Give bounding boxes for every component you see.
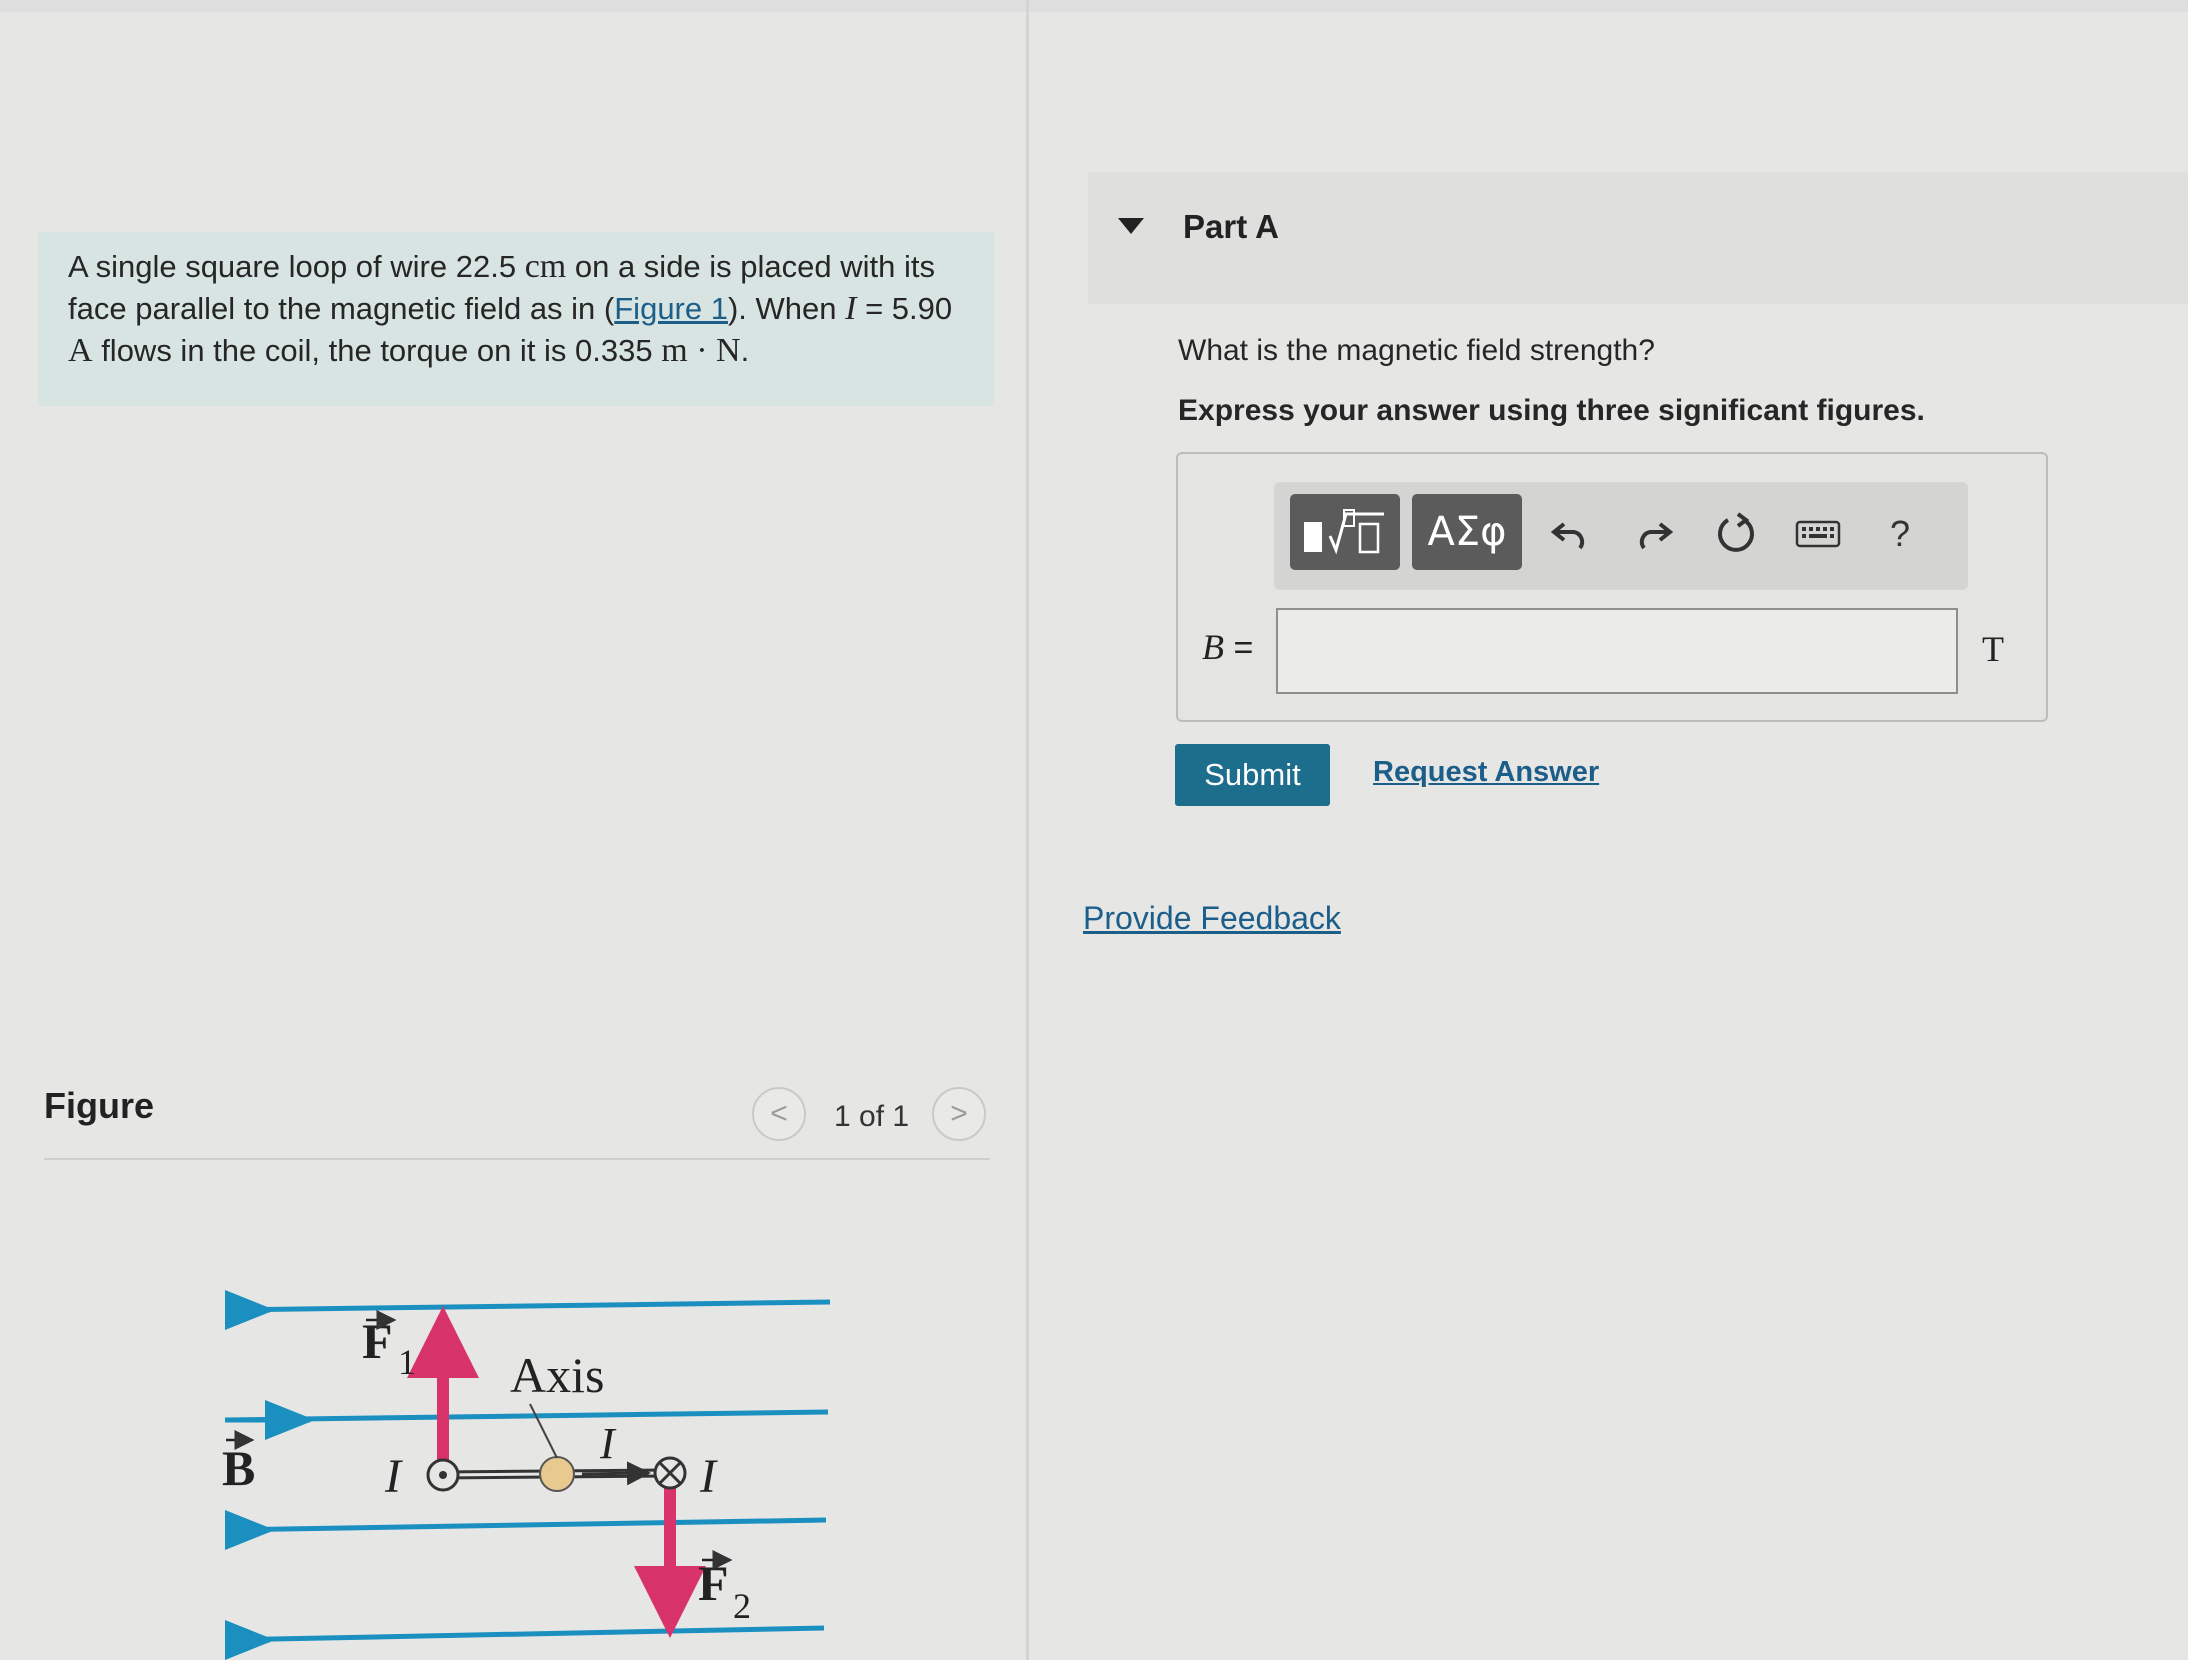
side-unit: cm xyxy=(524,248,567,285)
problem-text-1: A single square loop of wire 22.5 xyxy=(68,249,517,284)
prev-figure-button[interactable]: < xyxy=(752,1087,806,1141)
help-icon: ? xyxy=(1889,513,1911,554)
f2-subscript: 2 xyxy=(733,1586,751,1626)
question-text: What is the magnetic field strength? xyxy=(1178,334,1655,367)
instruction-text: Express your answer using three signific… xyxy=(1178,394,1925,427)
field-line xyxy=(224,1625,825,1643)
figure-1-link[interactable]: Figure 1 xyxy=(614,291,728,326)
variable-symbol: B xyxy=(1202,627,1224,667)
templates-icon xyxy=(1304,509,1384,555)
answer-unit: T xyxy=(1982,629,2004,669)
current-right-label: I xyxy=(699,1450,718,1503)
reset-button[interactable] xyxy=(1706,506,1766,562)
part-a-title[interactable]: Part A xyxy=(1183,208,1279,246)
f1-label: F xyxy=(362,1313,393,1369)
field-line xyxy=(224,1409,829,1423)
field-line xyxy=(224,1517,827,1533)
provide-feedback-link[interactable]: Provide Feedback xyxy=(1083,900,1341,937)
chevron-left-icon: < xyxy=(770,1097,788,1130)
field-line xyxy=(224,1299,831,1313)
next-figure-button[interactable]: > xyxy=(932,1087,986,1141)
axis-pointer xyxy=(529,1403,558,1459)
help-button[interactable]: ? xyxy=(1870,506,1930,562)
greek-symbols-button[interactable]: ΑΣφ xyxy=(1412,494,1522,570)
answer-variable-label: B = xyxy=(1202,626,1253,668)
redo-button[interactable] xyxy=(1624,506,1684,562)
greek-symbols-label: ΑΣφ xyxy=(1427,509,1507,555)
pane-divider[interactable] xyxy=(1026,0,1029,1660)
figure-header-divider xyxy=(44,1158,990,1160)
current-unit: A xyxy=(68,332,93,369)
figure-title: Figure xyxy=(44,1085,155,1126)
reset-icon xyxy=(1718,512,1754,552)
submit-button[interactable]: Submit xyxy=(1175,744,1330,806)
problem-text-3: ). When xyxy=(727,291,837,326)
f1-subscript: 1 xyxy=(398,1342,416,1382)
templates-button[interactable] xyxy=(1290,494,1400,570)
answer-input[interactable] xyxy=(1276,608,1958,694)
keyboard-button[interactable] xyxy=(1788,506,1848,562)
undo-button[interactable] xyxy=(1540,506,1600,562)
f2-label: F xyxy=(698,1555,729,1611)
collapse-caret-icon[interactable] xyxy=(1118,218,1144,234)
torque-unit: m · N xyxy=(661,332,741,369)
figure-pager: 1 of 1 xyxy=(834,1100,910,1133)
current-mid-label: I xyxy=(599,1419,617,1468)
axis-label: Axis xyxy=(510,1347,604,1403)
current-out-dot xyxy=(439,1471,447,1479)
rotation-axis-dot xyxy=(539,1456,575,1492)
undo-icon xyxy=(1550,522,1585,550)
b-field-label: B xyxy=(222,1440,255,1496)
redo-icon xyxy=(1639,522,1674,550)
equals-sign: = xyxy=(1233,629,1254,667)
top-border xyxy=(0,0,2188,12)
problem-text-4: flows in the coil, the torque on it is 0… xyxy=(101,333,653,368)
current-left-label: I xyxy=(384,1450,403,1503)
request-answer-link[interactable]: Request Answer xyxy=(1373,756,1599,789)
torque-loop-diagram: B F 1 F 2 I Axis I I xyxy=(222,1290,831,1660)
problem-statement: A single square loop of wire 22.5 cm on … xyxy=(38,232,994,406)
current-symbol: I xyxy=(845,290,857,327)
chevron-right-icon: > xyxy=(950,1097,968,1130)
problem-end: . xyxy=(740,333,750,368)
current-direction-arrow xyxy=(581,1461,651,1486)
current-value: = 5.90 xyxy=(865,291,953,326)
keyboard-icon xyxy=(1795,520,1841,548)
